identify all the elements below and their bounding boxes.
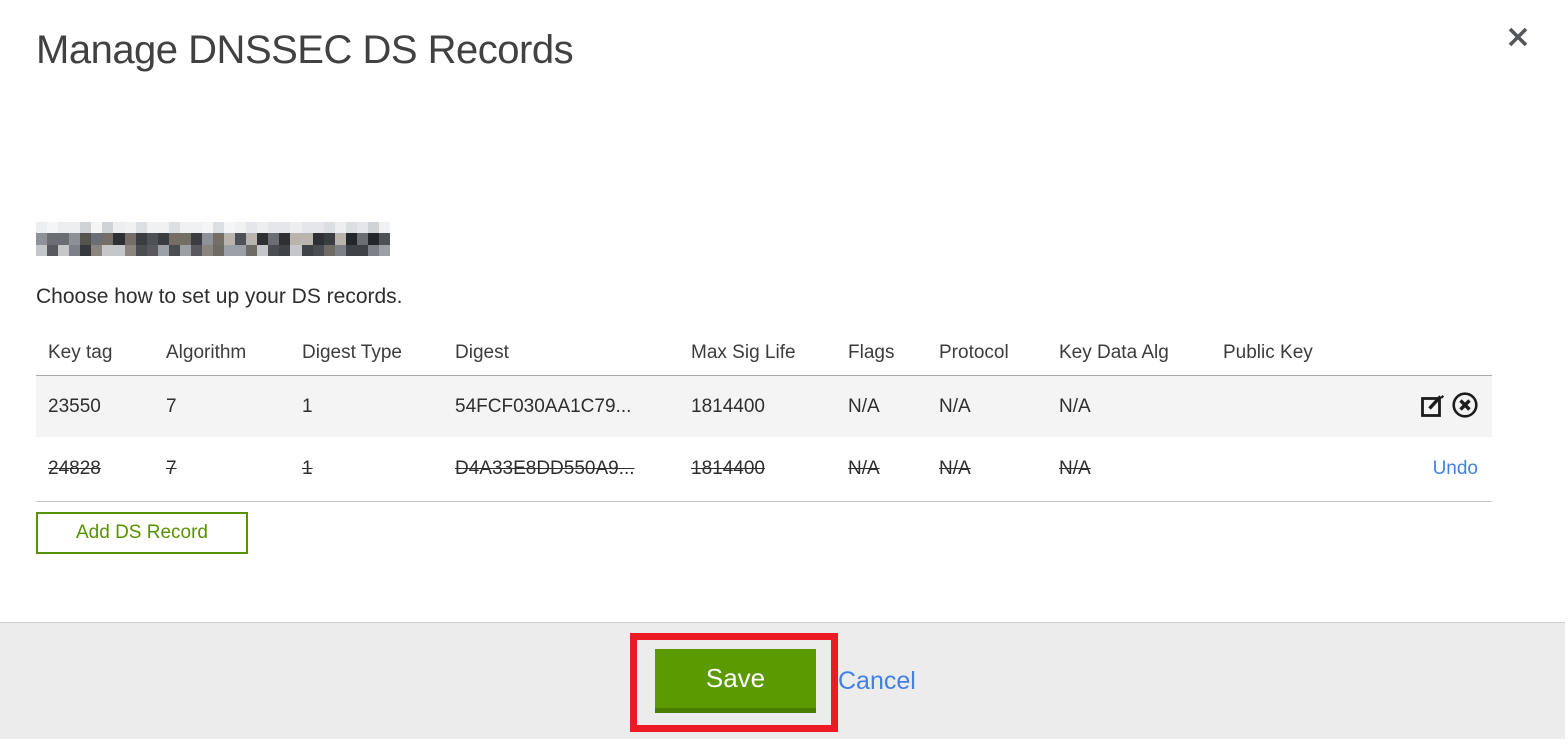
edit-record-icon [1419,392,1447,422]
cell-digest: 54FCF030AA1C79... [455,395,632,417]
table-header-row: Key tag Algorithm Digest Type Digest Max… [36,330,1492,375]
table-row: 23550 7 1 54FCF030AA1C79... 1814400 N/A … [36,375,1492,437]
col-header-key-data-alg: Key Data Alg [1059,341,1169,363]
cell-max-sig-life: 1814400 [691,458,765,479]
cell-flags: N/A [848,458,880,479]
col-header-flags: Flags [848,341,895,363]
cell-digest-type: 1 [302,458,313,479]
instruction-text: Choose how to set up your DS records. [36,285,403,308]
col-header-public-key: Public Key [1223,341,1313,363]
delete-record-icon [1450,392,1480,422]
ds-records-table: Key tag Algorithm Digest Type Digest Max… [36,330,1492,502]
cell-protocol: N/A [939,395,971,417]
edit-record-button[interactable] [1418,392,1448,422]
cell-key-tag: 23550 [48,395,101,417]
col-header-max-sig-life: Max Sig Life [691,341,796,363]
dnssec-modal: Manage DNSSEC DS Records Choose how to s… [0,0,1568,746]
table-row-deleted: 24828 7 1 D4A33E8DD550A9... 1814400 N/A … [36,437,1492,502]
cell-key-data-alg: N/A [1059,458,1091,479]
row-actions [1341,392,1492,422]
col-header-protocol: Protocol [939,341,1009,363]
col-header-digest: Digest [455,341,509,363]
close-icon [1505,24,1531,53]
cell-key-data-alg: N/A [1059,395,1091,417]
cell-protocol: N/A [939,458,971,479]
save-button[interactable]: Save [655,649,816,713]
close-button[interactable] [1502,22,1534,54]
cell-key-tag: 24828 [48,458,101,479]
undo-link[interactable]: Undo [1433,458,1480,480]
delete-record-button[interactable] [1450,392,1480,422]
cell-digest: D4A33E8DD550A9... [455,458,635,479]
col-header-key-tag: Key tag [48,341,113,363]
cancel-link[interactable]: Cancel [838,667,916,696]
add-ds-record-button[interactable]: Add DS Record [36,512,248,554]
row-actions: Undo [1341,458,1492,480]
col-header-digest-type: Digest Type [302,341,402,363]
cell-algorithm: 7 [166,458,177,479]
cell-digest-type: 1 [302,395,313,417]
cell-flags: N/A [848,395,880,417]
cell-algorithm: 7 [166,395,177,417]
redacted-domain-name [36,222,390,256]
col-header-algorithm: Algorithm [166,341,247,363]
page-title: Manage DNSSEC DS Records [36,28,574,72]
cell-max-sig-life: 1814400 [691,395,765,417]
